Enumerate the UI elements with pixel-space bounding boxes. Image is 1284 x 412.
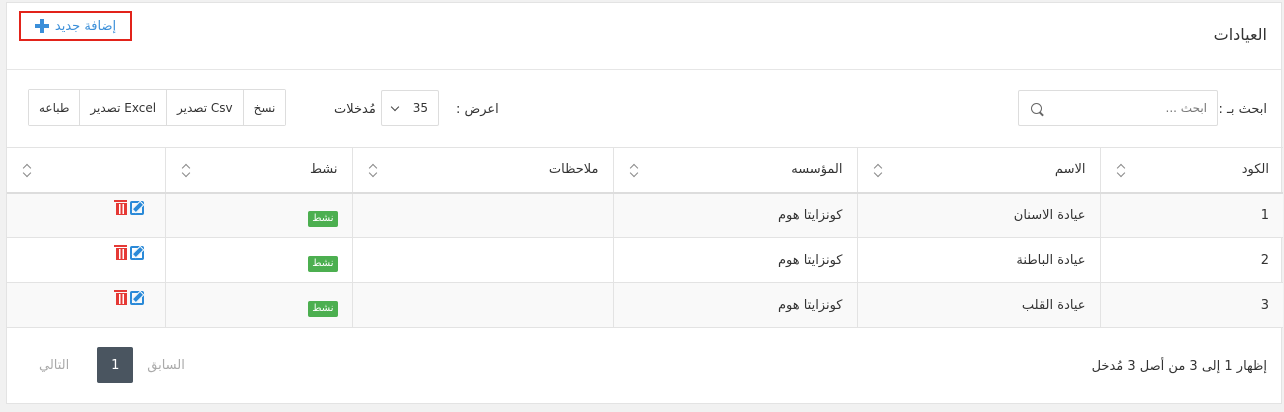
cell-name: عيادة القلب <box>856 282 1101 328</box>
export-button-group: طباعه تصدير Excel تصدير Csv نسخ <box>28 89 287 126</box>
export-csv-button[interactable]: تصدير Csv <box>166 90 243 125</box>
cell-name: عيادة الباطنة <box>856 237 1101 283</box>
clinics-table: الكود الاسم المؤسسه ملاحظات نشط 1 عيادة … <box>7 147 1283 328</box>
column-label: ملاحظات <box>548 162 599 178</box>
column-header-code[interactable]: الكود <box>1099 147 1283 194</box>
cell-code: 2 <box>1099 237 1283 283</box>
sort-icon <box>630 164 638 177</box>
status-badge: نشط <box>308 255 338 272</box>
search-label: ابحث بـ : <box>1218 102 1267 117</box>
cell-active: نشط <box>164 237 353 283</box>
entries-label: مُدخلات <box>334 102 376 117</box>
search-box[interactable] <box>1018 90 1218 126</box>
cell-org: كونزايتا هوم <box>612 192 858 238</box>
column-header-name[interactable]: الاسم <box>856 147 1101 194</box>
next-page-button[interactable]: التالي <box>39 358 83 373</box>
add-new-button[interactable]: إضافة جديد <box>19 11 132 41</box>
column-header-org[interactable]: المؤسسه <box>612 147 858 194</box>
cell-code: 3 <box>1099 282 1283 328</box>
show-label: اعرض : <box>456 102 499 117</box>
panel-header: العيادات إضافة جديد <box>7 3 1281 70</box>
cell-notes <box>351 237 614 283</box>
column-label: المؤسسه <box>791 162 843 178</box>
cell-org: كونزايتا هوم <box>612 282 858 328</box>
edit-icon[interactable] <box>129 199 145 215</box>
pagination: التالي 1 السابق <box>39 347 185 383</box>
trash-icon[interactable] <box>113 244 127 260</box>
cell-active: نشط <box>164 192 353 238</box>
status-badge: نشط <box>308 300 338 317</box>
cell-name: عيادة الاسنان <box>856 192 1101 238</box>
entries-select[interactable]: 35 <box>381 90 439 126</box>
add-new-label: إضافة جديد <box>54 18 117 34</box>
sort-icon <box>874 164 882 177</box>
edit-icon[interactable] <box>129 244 145 260</box>
column-header-notes[interactable]: ملاحظات <box>351 147 614 194</box>
column-label: نشط <box>309 162 338 178</box>
cell-org: كونزايتا هوم <box>612 237 858 283</box>
table-row: 3 عيادة القلب كونزايتا هوم نشط <box>7 282 1283 328</box>
cell-actions <box>7 282 166 328</box>
clinics-panel: العيادات إضافة جديد ابحث بـ : اعرض : 35 … <box>6 2 1283 404</box>
sort-icon <box>369 164 377 177</box>
table-header-row: الكود الاسم المؤسسه ملاحظات نشط <box>7 147 1283 194</box>
export-excel-button[interactable]: تصدير Excel <box>79 90 167 125</box>
entries-value: 35 <box>412 101 428 115</box>
cell-code: 1 <box>1099 192 1283 238</box>
table-row: 2 عيادة الباطنة كونزايتا هوم نشط <box>7 237 1283 283</box>
column-header-actions[interactable] <box>7 147 166 194</box>
column-label: الاسم <box>1054 162 1086 178</box>
status-badge: نشط <box>308 210 338 227</box>
page-title: العيادات <box>1213 25 1267 44</box>
table-footer: إظهار 1 إلى 3 من أصل 3 مُدخل التالي 1 ال… <box>7 330 1281 402</box>
pagination-info: إظهار 1 إلى 3 من أصل 3 مُدخل <box>1091 359 1267 374</box>
chevron-down-icon <box>390 102 400 111</box>
plus-icon <box>34 19 49 33</box>
cell-active: نشط <box>164 282 353 328</box>
table-row: 1 عيادة الاسنان كونزايتا هوم نشط <box>7 192 1283 238</box>
prev-page-button[interactable]: السابق <box>147 358 185 373</box>
cell-notes <box>351 282 614 328</box>
sort-icon <box>23 164 31 177</box>
column-label: الكود <box>1241 162 1269 178</box>
sort-icon <box>182 164 190 177</box>
trash-icon[interactable] <box>113 289 127 305</box>
page-1-button[interactable]: 1 <box>97 347 134 383</box>
cell-actions <box>7 237 166 283</box>
sort-icon <box>1117 164 1125 177</box>
cell-notes <box>351 192 614 238</box>
search-input[interactable] <box>1042 101 1207 115</box>
search-icon <box>1031 102 1042 114</box>
column-header-active[interactable]: نشط <box>164 147 353 194</box>
copy-button[interactable]: نسخ <box>242 90 286 125</box>
print-button[interactable]: طباعه <box>29 90 80 125</box>
table-toolbar: ابحث بـ : اعرض : 35 مُدخلات طباعه تصدير … <box>7 70 1281 148</box>
edit-icon[interactable] <box>129 289 145 305</box>
trash-icon[interactable] <box>113 199 127 215</box>
cell-actions <box>7 192 166 238</box>
